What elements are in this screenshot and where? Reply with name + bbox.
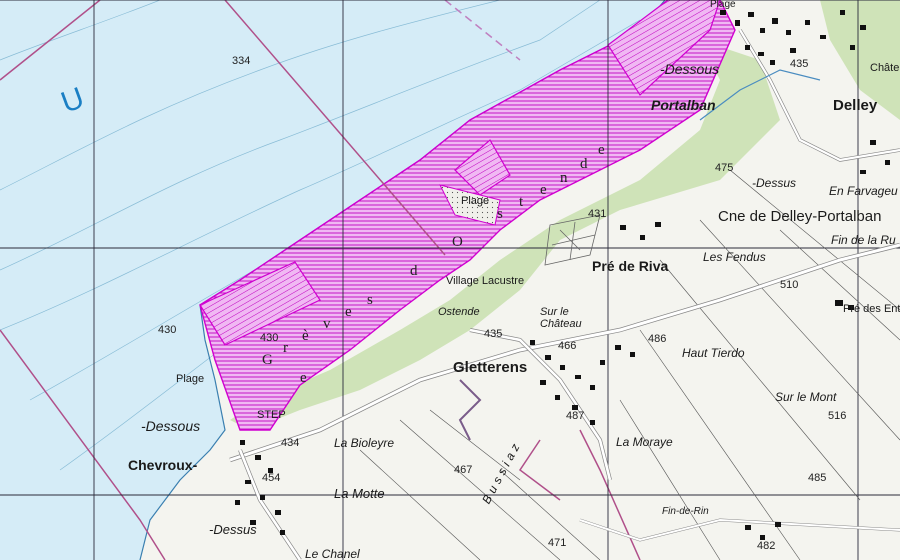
label-sur-le-chateau: Sur le Château [540, 306, 582, 331]
spot-height: 435 [790, 58, 809, 70]
reserve-letter: e [300, 370, 307, 386]
reserve-letter: n [560, 170, 568, 186]
reserve-letter: s [497, 206, 503, 222]
label-fin-de-la-ru: Fin de la Ru [831, 233, 896, 247]
label-plage-mid: Plage [461, 195, 490, 207]
label-pre-de-riva: Pré de Riva [592, 258, 669, 274]
reserve-letter: e [345, 304, 352, 320]
reserve-letter: e [598, 142, 605, 158]
label-delley: Delley [833, 97, 878, 114]
label-sur-le-mont: Sur le Mont [775, 390, 837, 404]
spot-height: 430 [158, 324, 177, 336]
reserve-letter: d [410, 263, 418, 279]
label-la-motte: La Motte [334, 486, 385, 501]
spot-height: 485 [808, 472, 827, 484]
label-portalban-dessous: -Dessous [660, 61, 720, 77]
label-haut-tierdo: Haut Tierdo [682, 346, 745, 360]
spot-height: 431 [588, 208, 607, 220]
spot-height: 510 [780, 279, 799, 291]
spot-height: 467 [454, 464, 473, 476]
reserve-letter: O [452, 234, 463, 250]
label-en-farvageu: En Farvageu [829, 184, 898, 198]
label-plage-left: Plage [176, 373, 205, 385]
label-la-moraye: La Moraye [616, 435, 673, 449]
label-gletterens: Gletterens [453, 359, 528, 376]
label-portalban: Portalban [651, 97, 716, 113]
label-village-lacustre: Village Lacustre [446, 275, 525, 287]
label-commune: Cne de Delley-Portalban [718, 208, 882, 225]
spot-height: 435 [484, 328, 503, 340]
reserve-letter: t [519, 194, 524, 210]
spot-height: 434 [281, 437, 300, 449]
reserve-letter: e [540, 182, 547, 198]
spot-height: 471 [548, 537, 567, 549]
label-chevroux: Chevroux- [128, 457, 198, 473]
label-step: STEP [257, 409, 286, 421]
topographic-map[interactable]: U G r è v e s d O s t e n d e e Portalba… [0, 0, 900, 560]
spot-height: 487 [566, 410, 585, 422]
spot-height: 454 [262, 472, 281, 484]
reserve-letter: è [302, 328, 309, 344]
label-dessus-right: -Dessus [752, 176, 797, 190]
spot-height: 486 [648, 333, 667, 345]
label-la-bioleyre: La Bioleyre [334, 436, 395, 450]
spot-height: 430 [260, 332, 279, 344]
reserve-letter: r [283, 340, 288, 356]
label-plage-top: Plage [710, 0, 736, 10]
label-fin-de-rin: Fin-de-Rin [662, 506, 709, 517]
spot-height: 334 [232, 55, 251, 67]
spot-height: 516 [828, 410, 847, 422]
reserve-letter: G [262, 352, 273, 368]
reserve-letter: v [323, 316, 331, 332]
label-les-fendus: Les Fendus [703, 250, 766, 264]
spot-height: 475 [715, 162, 734, 174]
spot-height: 482 [757, 540, 776, 552]
label-pre-des-ent: Pré des Ent [843, 303, 900, 315]
label-le-chanel: Le Chanel [305, 547, 360, 560]
label-dessous-left: -Dessous [141, 418, 201, 434]
reserve-letter: d [580, 156, 588, 172]
label-chateau-top: Châte [870, 62, 900, 74]
reserve-letter: s [367, 292, 373, 308]
label-dessus-bottom: -Dessus [209, 522, 257, 537]
label-ostende: Ostende [438, 306, 480, 318]
spot-height: 466 [558, 340, 577, 352]
